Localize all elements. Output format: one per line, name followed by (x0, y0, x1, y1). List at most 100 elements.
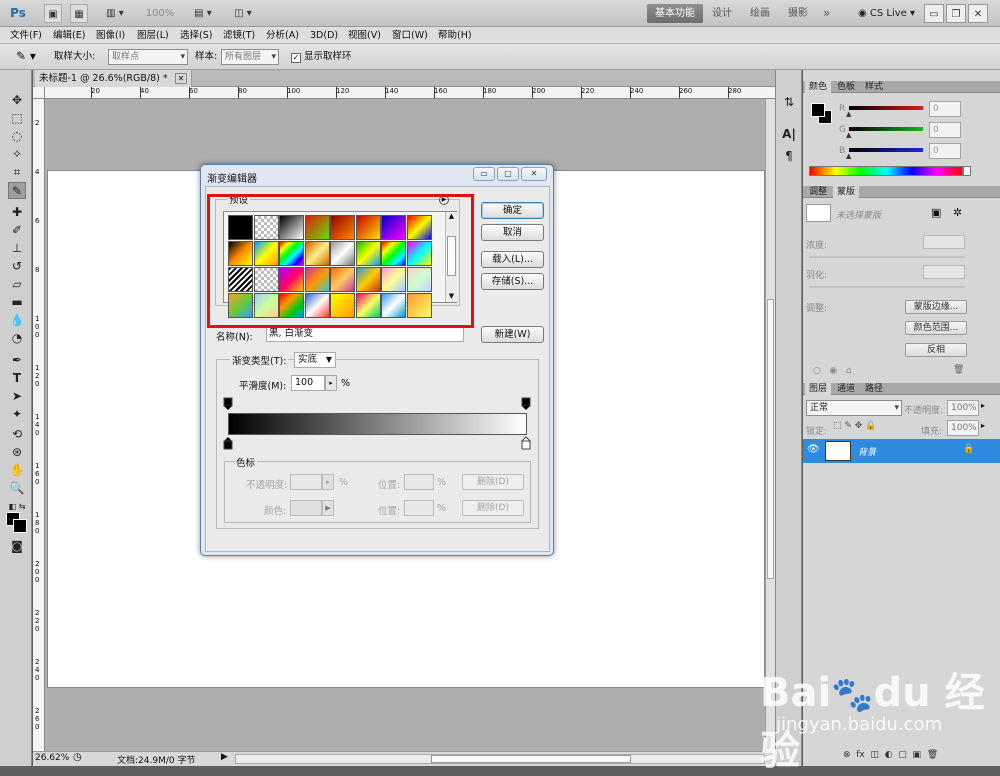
document-tab[interactable]: 未标题-1 @ 26.6%(RGB/8) * ✕ (35, 70, 193, 87)
horizontal-scrollbar[interactable] (235, 754, 765, 764)
density-slider[interactable] (809, 256, 965, 258)
zoom-readout[interactable]: 26.62% (35, 753, 69, 763)
shape-tool-icon[interactable]: ✦ (8, 406, 26, 423)
close-tab-icon[interactable]: ✕ (174, 73, 188, 84)
menu-file[interactable]: 文件(F) (10, 27, 42, 44)
arrange-documents-icon[interactable]: ▤ ▾ (188, 4, 218, 23)
name-input[interactable]: 黑, 白渐变 (266, 326, 464, 342)
workspace-photography[interactable]: 摄影 (780, 4, 816, 23)
smoothness-input[interactable]: 100 (291, 375, 325, 391)
cs-live-button[interactable]: ◉ CS Live ▾ (850, 4, 923, 23)
vector-mask-icon[interactable]: ✲ (953, 206, 962, 219)
stop-opacity-location-field[interactable] (404, 474, 434, 490)
sample-select[interactable]: 所有图层 (221, 49, 279, 65)
menu-analysis[interactable]: 分析(A) (266, 27, 299, 44)
stop-color-location-field[interactable] (404, 500, 434, 516)
character-panel-icon[interactable]: A| (780, 126, 798, 143)
hand-tool-icon[interactable]: ✋ (8, 462, 26, 479)
type-tool-icon[interactable]: T (8, 370, 26, 387)
bridge-icon[interactable]: ▣ (44, 4, 62, 23)
sample-size-select[interactable]: 取样点 (108, 49, 188, 65)
menu-window[interactable]: 窗口(W) (392, 27, 428, 44)
restore-icon[interactable]: ❐ (946, 4, 966, 23)
history-panel-icon[interactable]: ⇅ (780, 94, 798, 111)
lasso-tool-icon[interactable]: ◌ (8, 128, 26, 145)
mask-edge-button[interactable]: 蒙版边缘... (905, 300, 967, 314)
slider-handle-icon[interactable]: ▲ (846, 131, 851, 139)
channel-value-r[interactable]: 0 (929, 101, 961, 117)
tab-masks[interactable]: 蒙版 (833, 186, 860, 198)
stop-color-swatch[interactable] (290, 500, 322, 516)
color-spectrum[interactable] (809, 166, 963, 176)
mini-bridge-icon[interactable]: ▦ (70, 4, 88, 23)
dodge-tool-icon[interactable]: ◔ (8, 330, 26, 347)
workspace-painting[interactable]: 绘画 (742, 4, 778, 23)
load-button[interactable]: 载入(L)... (481, 251, 544, 268)
eyedropper-tool-preset-icon[interactable]: ✎ ▾ (16, 49, 36, 64)
pixel-mask-icon[interactable]: ▣ (931, 206, 941, 219)
mask-delete-icon[interactable]: 🗑 (953, 365, 964, 375)
smoothness-arrow-icon[interactable]: ▸ (325, 375, 337, 391)
3d-rotate-tool-icon[interactable]: ⟲ (8, 426, 26, 443)
show-ring-checkbox[interactable]: ✓ (291, 53, 301, 63)
eraser-tool-icon[interactable]: ▱ (8, 276, 26, 293)
channel-slider-b[interactable] (849, 148, 923, 152)
h-scroll-thumb[interactable] (431, 755, 631, 763)
tab-paths[interactable]: 路径 (861, 383, 887, 395)
view-extras-icon[interactable]: ▥ ▾ (100, 4, 130, 23)
color-range-button[interactable]: 颜色范围... (905, 321, 967, 335)
fill-field[interactable]: 100% (947, 420, 979, 436)
pen-tool-icon[interactable]: ✒ (8, 352, 26, 369)
menu-select[interactable]: 选择(S) (180, 27, 212, 44)
menu-filter[interactable]: 滤镜(T) (223, 27, 255, 44)
gradient-tool-icon[interactable]: ▬ (8, 294, 26, 311)
channel-value-g[interactable]: 0 (929, 122, 961, 138)
tab-styles[interactable]: 样式 (861, 81, 887, 93)
new-button[interactable]: 新建(W) (481, 326, 544, 343)
gradient-type-select[interactable]: 实底 ▼ (294, 352, 336, 368)
paragraph-panel-icon[interactable]: ¶ (780, 148, 798, 165)
status-menu-icon[interactable]: ▶ (221, 752, 228, 762)
stop-opacity-field[interactable] (290, 474, 322, 490)
scroll-thumb[interactable] (767, 299, 774, 579)
white-swatch[interactable] (963, 166, 971, 176)
dialog-close-icon[interactable]: ✕ (521, 167, 547, 181)
quick-mask-icon[interactable]: ◙ (8, 538, 26, 555)
gradient-bar[interactable] (228, 413, 527, 435)
path-select-tool-icon[interactable]: ➤ (8, 388, 26, 405)
history-brush-tool-icon[interactable]: ↺ (8, 258, 26, 275)
zoom-level[interactable]: 100% (140, 4, 180, 23)
menu-view[interactable]: 视图(V) (348, 27, 381, 44)
stamp-tool-icon[interactable]: ⊥ (8, 240, 26, 257)
more-workspaces-icon[interactable]: » (815, 4, 838, 23)
fill-arrow-icon[interactable]: ▸ (981, 421, 985, 430)
blur-tool-icon[interactable]: 💧 (8, 312, 26, 329)
channel-slider-r[interactable] (849, 106, 923, 110)
save-button[interactable]: 存储(S)... (481, 273, 544, 290)
cancel-button[interactable]: 取消 (481, 224, 544, 241)
opacity-arrow-icon[interactable]: ▸ (981, 401, 985, 410)
visibility-eye-icon[interactable]: 👁 (807, 444, 820, 455)
tab-channels[interactable]: 通道 (833, 383, 859, 395)
channel-slider-g[interactable] (849, 127, 923, 131)
dialog-minimize-icon[interactable]: ▭ (473, 167, 495, 181)
channel-value-b[interactable]: 0 (929, 143, 961, 159)
blend-mode-select[interactable]: 正常 (806, 400, 902, 416)
stop-opacity-arrow-icon[interactable]: ▸ (322, 474, 334, 490)
ruler-origin[interactable] (33, 87, 45, 99)
density-field[interactable] (923, 235, 965, 249)
ok-button[interactable]: 确定 (481, 202, 544, 219)
opacity-stop-right-icon[interactable] (521, 397, 531, 411)
color-stop-right-icon[interactable] (520, 436, 532, 450)
slider-handle-icon[interactable]: ▲ (846, 110, 851, 118)
delete-opacity-stop-button[interactable]: 删除(D) (462, 474, 524, 490)
brush-tool-icon[interactable]: ✐ (8, 222, 26, 239)
menu-help[interactable]: 帮助(H) (438, 27, 472, 44)
quick-select-tool-icon[interactable]: ✧ (8, 146, 26, 163)
eyedropper-tool-icon[interactable]: ✎ (8, 182, 26, 199)
feather-field[interactable] (923, 265, 965, 279)
dialog-maximize-icon[interactable]: ▢ (497, 167, 519, 181)
delete-color-stop-button[interactable]: 删除(D) (462, 500, 524, 516)
close-icon[interactable]: ✕ (968, 4, 988, 23)
opacity-stop-left-icon[interactable] (223, 397, 233, 411)
